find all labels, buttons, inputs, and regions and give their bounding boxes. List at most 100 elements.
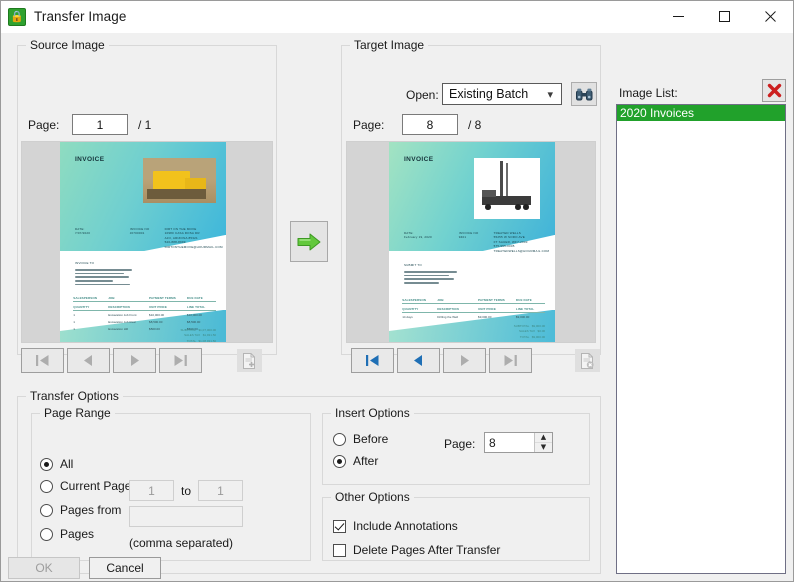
previous-page-icon: [414, 355, 422, 366]
target-image-preview-panel[interactable]: INVOICE DATE: February 19, 2020 INVOICE …: [346, 141, 596, 343]
app-lock-icon: 🔒: [8, 7, 26, 26]
checkbox-indicator: [333, 519, 346, 533]
page-range-pages-input[interactable]: [129, 506, 243, 527]
page-range-radio-all[interactable]: All: [40, 457, 73, 471]
target-invoice-photo: [473, 158, 541, 219]
insert-option-before[interactable]: Before: [333, 432, 388, 446]
target-first-page-button[interactable]: [351, 348, 394, 373]
source-page-input[interactable]: 1: [72, 114, 128, 135]
target-open-label: Open:: [406, 88, 439, 102]
source-invoice-row: 1 Excavation Job Front $10,000.00 $10,00…: [73, 312, 202, 317]
page-range-group-title: Page Range: [40, 406, 115, 420]
target-invoice-billto-lines: [403, 271, 464, 284]
radio-indicator: [333, 432, 346, 446]
target-page-value: 8: [426, 117, 434, 132]
checkbox-include-annotations[interactable]: Include Annotations: [333, 519, 458, 533]
insert-option-before-label: Before: [353, 432, 389, 446]
target-invoice-date-block: DATE: February 19, 2020: [403, 230, 432, 240]
page-range-to-value: 1: [217, 483, 224, 498]
next-page-icon: [461, 355, 469, 366]
spinner-up-button[interactable]: ▲: [535, 433, 552, 443]
close-button[interactable]: [747, 1, 793, 32]
page-range-radio-pages[interactable]: Pages: [40, 527, 94, 541]
cancel-button[interactable]: Cancel: [89, 557, 161, 579]
source-last-page-button[interactable]: [159, 348, 202, 373]
spinner-buttons: ▲ ▼: [534, 433, 552, 452]
target-page-input[interactable]: 8: [402, 114, 458, 135]
target-delete-page-button[interactable]: [575, 349, 600, 372]
target-next-page-button[interactable]: [443, 348, 486, 373]
source-invoice-photo: [143, 158, 217, 203]
page-range-radio-current-page-label: Current Page: [60, 479, 132, 493]
page-range-radio-pages-from[interactable]: Pages from: [40, 503, 121, 517]
image-list-label: Image List:: [619, 86, 678, 100]
dialog-body: Source Image Page: 1 / 1 INVOICE DATE: 7…: [1, 33, 793, 581]
radio-indicator: [40, 457, 53, 471]
source-page-total: / 1: [138, 118, 152, 132]
target-open-value: Existing Batch: [449, 87, 529, 101]
insert-options-group-title: Insert Options: [331, 406, 414, 420]
target-previous-page-button[interactable]: [397, 348, 440, 373]
chevron-down-icon: ▾: [547, 87, 553, 101]
other-options-group-title: Other Options: [331, 490, 414, 504]
source-next-page-button[interactable]: [113, 348, 156, 373]
target-invoice-company-block: TREATED WELLS 55255 W SORO AVE FT SAUER,…: [493, 230, 550, 253]
page-range-to-input[interactable]: 1: [198, 480, 243, 501]
image-list-box[interactable]: 2020 Invoices: [616, 104, 786, 574]
source-invoice-billto-lines: [74, 269, 138, 286]
insert-page-spinner[interactable]: 8 ▲ ▼: [484, 432, 553, 453]
target-browse-button[interactable]: [571, 82, 597, 106]
ok-button-label: OK: [35, 561, 53, 575]
page-range-radio-pages-from-label: Pages from: [60, 503, 122, 517]
list-item-label: 2020 Invoices: [620, 106, 695, 120]
list-item[interactable]: 2020 Invoices: [617, 105, 785, 121]
first-page-icon: [366, 355, 379, 366]
source-invoice-totals: SUBTOTAL $1,07,000.00 SALES TAX $1,931.5…: [180, 327, 217, 343]
window-controls: [655, 1, 793, 32]
maximize-button[interactable]: [701, 1, 747, 32]
source-image-preview-panel[interactable]: INVOICE DATE: 7/07/2020 INVOICE NO J0700…: [21, 141, 273, 343]
next-page-icon: [131, 355, 139, 366]
target-open-select[interactable]: Existing Batch ▾: [442, 83, 562, 105]
target-page-label: Page:: [353, 118, 385, 132]
source-first-page-button[interactable]: [21, 348, 64, 373]
radio-indicator: [333, 454, 346, 468]
insert-option-after[interactable]: After: [333, 454, 378, 468]
source-previous-page-button[interactable]: [67, 348, 110, 373]
page-range-from-value: 1: [148, 483, 155, 498]
spinner-down-button[interactable]: ▼: [535, 443, 552, 452]
target-page-total: / 8: [468, 118, 482, 132]
transfer-options-group-title: Transfer Options: [26, 389, 123, 403]
minimize-button[interactable]: [655, 1, 701, 32]
source-invoice-billto-label: INVOICE TO: [74, 261, 95, 266]
target-invoice-table: SALESPERSON JOB PAYMENT TERMS DUE DATE Q…: [402, 298, 546, 322]
page-range-from-input[interactable]: 1: [129, 480, 174, 501]
last-page-icon: [174, 355, 187, 366]
checkbox-delete-pages-after-transfer[interactable]: Delete Pages After Transfer: [333, 543, 500, 557]
source-invoice-title: INVOICE: [74, 156, 105, 164]
target-invoice-row: 14 days Drilling the Well $9,000.00 $9,0…: [402, 314, 530, 319]
target-last-page-button[interactable]: [489, 348, 532, 373]
checkbox-delete-pages-after-transfer-label: Delete Pages After Transfer: [353, 543, 501, 557]
radio-indicator: [40, 503, 53, 517]
ok-button[interactable]: OK: [8, 557, 80, 579]
image-list-delete-button[interactable]: [762, 79, 786, 102]
checkbox-include-annotations-label: Include Annotations: [353, 519, 458, 533]
radio-indicator: [40, 527, 53, 541]
source-invoice-thumbnail: INVOICE DATE: 7/07/2020 INVOICE NO J0700…: [60, 142, 226, 343]
source-image-group-title: Source Image: [26, 38, 109, 52]
transfer-arrow-button[interactable]: [290, 221, 328, 262]
cancel-button-label: Cancel: [106, 561, 144, 575]
checkbox-indicator: [333, 543, 346, 557]
source-page-value: 1: [96, 117, 104, 132]
delete-page-icon: [581, 352, 594, 369]
target-invoice-totals: SUBTOTAL $9,000.00 SALES TAX $0.00 TOTAL…: [513, 323, 546, 339]
last-page-icon: [504, 355, 517, 366]
source-invoice-company-block: DIRT ON THE MOVE 10980 CASA ROSA DR AJO,…: [164, 226, 223, 249]
insert-option-after-label: After: [353, 454, 379, 468]
source-add-page-button[interactable]: [237, 349, 262, 372]
source-invoice-number-block: INVOICE NO J0700001: [129, 226, 150, 236]
page-range-radio-current-page[interactable]: Current Page: [40, 479, 131, 493]
red-x-delete-icon: [767, 83, 781, 98]
target-invoice-billto-label: SUBMIT TO: [403, 263, 422, 268]
